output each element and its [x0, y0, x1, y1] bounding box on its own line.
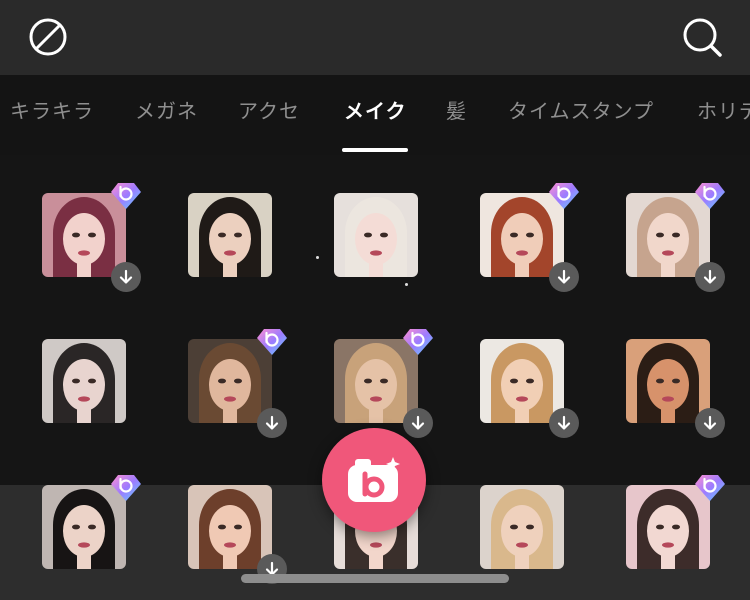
tab-kirakira[interactable]: キラキラ	[10, 95, 94, 124]
search-button[interactable]	[677, 12, 727, 62]
face-thumbnail-image	[42, 339, 126, 423]
arrow-down-icon	[557, 415, 571, 430]
sticker-thumbnail[interactable]	[626, 339, 710, 423]
face-thumbnail-image	[188, 193, 272, 277]
sparkle-decoration	[405, 283, 408, 286]
arrow-down-icon	[411, 415, 425, 430]
tab-kami[interactable]: 髪	[446, 95, 467, 124]
download-button[interactable]	[111, 262, 141, 292]
camera-button[interactable]	[322, 428, 426, 532]
face-thumbnail-image	[626, 339, 710, 423]
face-thumbnail-image	[188, 485, 272, 569]
premium-badge-icon	[256, 327, 288, 357]
arrow-down-icon	[119, 269, 133, 284]
tab-timestamp[interactable]: タイムスタンプ	[508, 95, 654, 124]
sticker-thumbnail[interactable]	[188, 485, 272, 569]
sparkle-decoration	[316, 256, 319, 259]
tab-holiday[interactable]: ホリデー	[697, 95, 750, 124]
tab-meiku[interactable]: メイク	[344, 95, 407, 124]
category-tabs: キラキラ メガネ アクセ メイク 髪 タイムスタンプ ホリデー	[0, 75, 750, 155]
search-icon	[683, 18, 722, 57]
active-tab-indicator	[342, 148, 408, 152]
no-effect-button[interactable]	[23, 12, 73, 62]
arrow-down-icon	[557, 269, 571, 284]
download-button[interactable]	[695, 262, 725, 292]
download-button[interactable]	[695, 408, 725, 438]
sticker-thumbnail[interactable]	[334, 193, 418, 277]
top-bar	[0, 0, 750, 75]
tab-akuse[interactable]: アクセ	[238, 95, 300, 124]
download-button[interactable]	[257, 408, 287, 438]
sticker-thumbnail[interactable]	[188, 193, 272, 277]
tab-megane[interactable]: メガネ	[135, 95, 198, 124]
sticker-thumbnail[interactable]	[42, 339, 126, 423]
prohibit-icon	[29, 18, 67, 56]
face-thumbnail-image	[480, 339, 564, 423]
arrow-down-icon	[703, 415, 717, 430]
sticker-thumbnail[interactable]	[480, 485, 564, 569]
premium-badge-icon	[694, 181, 726, 211]
premium-badge-icon	[548, 181, 580, 211]
camera-icon	[348, 457, 400, 502]
premium-badge-icon	[694, 473, 726, 503]
sticker-thumbnail[interactable]	[480, 339, 564, 423]
home-indicator	[241, 574, 509, 583]
download-button[interactable]	[549, 262, 579, 292]
premium-badge-icon	[402, 327, 434, 357]
face-thumbnail-image	[334, 193, 418, 277]
premium-badge-icon	[110, 181, 142, 211]
download-button[interactable]	[549, 408, 579, 438]
face-thumbnail-image	[480, 485, 564, 569]
premium-badge-icon	[110, 473, 142, 503]
arrow-down-icon	[265, 415, 279, 430]
arrow-down-icon	[703, 269, 717, 284]
download-button[interactable]	[403, 408, 433, 438]
